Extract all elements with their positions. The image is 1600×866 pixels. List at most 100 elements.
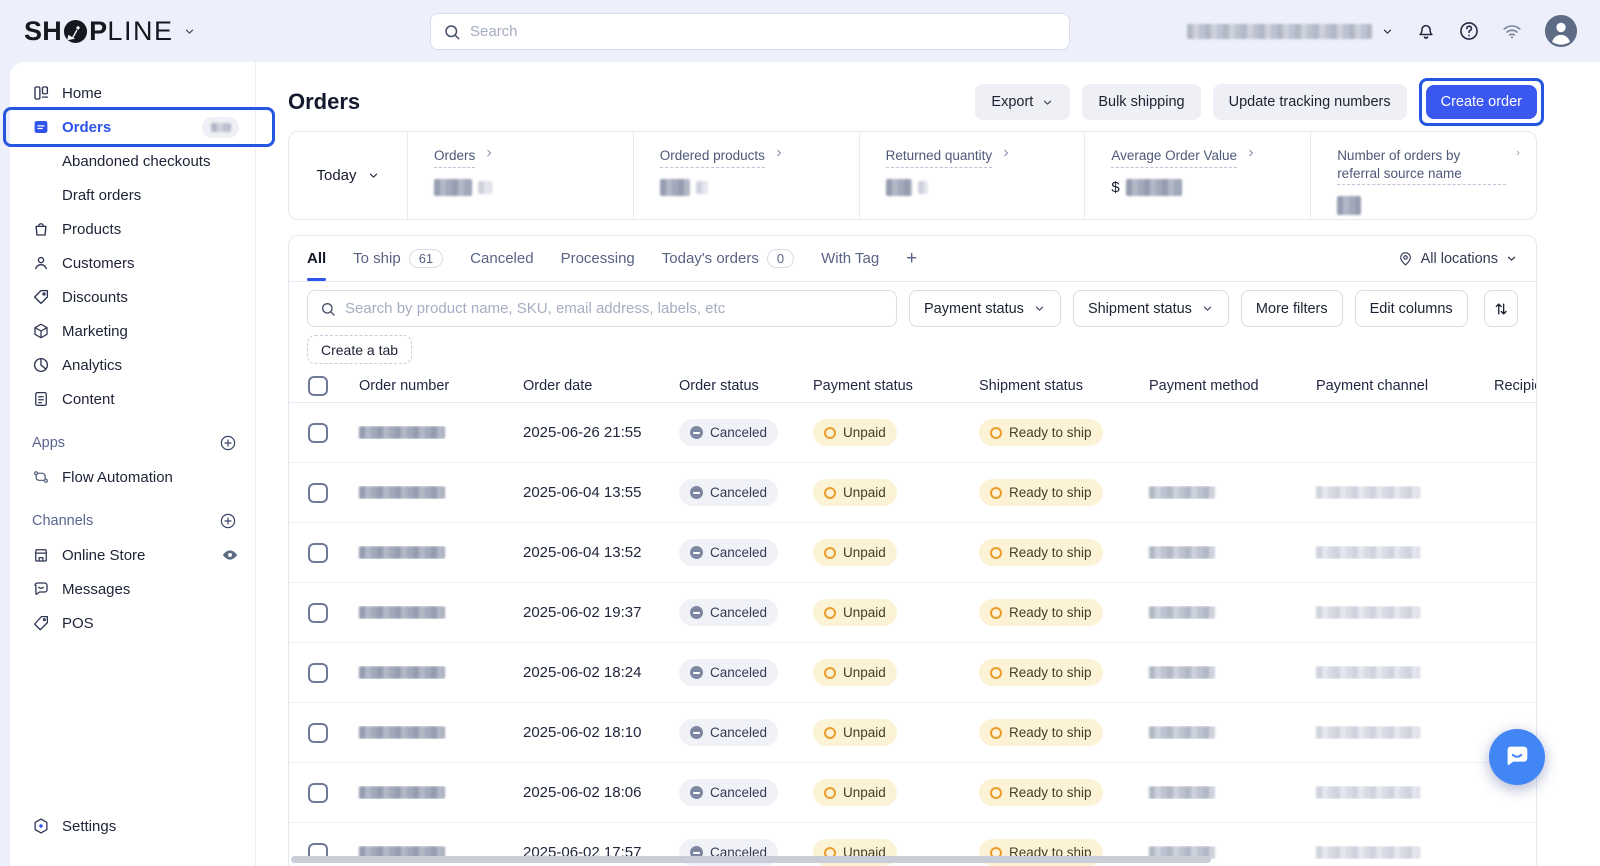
chevron-right-icon — [483, 147, 495, 159]
shopline-logo[interactable]: SH P LINE — [24, 16, 196, 47]
tab-with-tag[interactable]: With Tag — [821, 236, 879, 281]
tab-all[interactable]: All — [307, 236, 326, 281]
horizontal-scrollbar[interactable] — [291, 856, 1211, 863]
sidebar-item-analytics[interactable]: Analytics — [10, 348, 255, 382]
column-header-label: Order date — [523, 378, 592, 394]
tab-to-ship[interactable]: To ship61 — [353, 236, 443, 281]
shipment-status-filter[interactable]: Shipment status — [1073, 290, 1229, 327]
chevron-down-icon — [367, 169, 380, 182]
export-button[interactable]: Export — [975, 84, 1070, 120]
chevron-down-icon — [1041, 96, 1054, 109]
minus-circle-icon — [690, 666, 703, 679]
create-a-tab-button[interactable]: Create a tab — [307, 335, 412, 364]
stat-card-link[interactable]: Returned quantity — [886, 147, 1071, 168]
table-cell: Ready to ship — [966, 659, 1136, 686]
orders-search-input[interactable] — [345, 300, 884, 317]
sidebar-item-pos[interactable]: POS — [10, 606, 255, 640]
tag-icon — [32, 288, 50, 306]
tabs-bar: All To ship61 Canceled Processing Today's or… — [289, 236, 1536, 282]
status-ring-icon — [990, 427, 1002, 439]
column-header-label: Shipment status — [979, 378, 1083, 394]
support-chat-button[interactable] — [1489, 729, 1545, 785]
table-cell: Ready to ship — [966, 719, 1136, 746]
stat-card-link[interactable]: Average Order Value — [1111, 147, 1296, 168]
order-number-masked — [359, 426, 445, 439]
plus-circle-icon[interactable] — [219, 512, 237, 530]
more-filters-button[interactable]: More filters — [1241, 290, 1343, 327]
create-order-button[interactable]: Create order — [1426, 85, 1537, 119]
row-checkbox[interactable] — [308, 663, 328, 683]
table-cell: Canceled — [666, 539, 800, 566]
network-wifi-icon[interactable] — [1501, 20, 1523, 42]
tab-add[interactable]: + — [906, 236, 917, 281]
sidebar-item-flow-automation[interactable]: Flow Automation — [10, 460, 255, 494]
stat-card-value — [434, 179, 619, 196]
pos-icon — [32, 614, 50, 632]
table-cell: Canceled — [666, 419, 800, 446]
sidebar-item-messages[interactable]: Messages — [10, 572, 255, 606]
account-name-masked — [1187, 24, 1372, 39]
table-row: 2025-06-02 18:24CanceledUnpaidReady to s… — [289, 643, 1537, 703]
sidebar-item-abandoned-checkouts[interactable]: Abandoned checkouts — [10, 144, 255, 178]
table-row: 2025-06-04 13:52CanceledUnpaidReady to s… — [289, 523, 1537, 583]
sort-button[interactable] — [1484, 290, 1518, 327]
table-cell — [306, 723, 346, 743]
global-search-input[interactable] — [470, 23, 1057, 40]
bulk-shipping-button[interactable]: Bulk shipping — [1082, 84, 1200, 120]
help-icon[interactable] — [1458, 20, 1480, 42]
select-all-checkbox[interactable] — [308, 376, 328, 396]
row-checkbox[interactable] — [308, 603, 328, 623]
tab-canceled[interactable]: Canceled — [470, 236, 533, 281]
sidebar-item-orders[interactable]: Orders — [10, 110, 255, 144]
sidebar-item-products[interactable]: Products — [10, 212, 255, 246]
row-checkbox[interactable] — [308, 723, 328, 743]
row-checkbox[interactable] — [308, 543, 328, 563]
sidebar-item-home[interactable]: Home — [10, 76, 255, 110]
sidebar-item-label: Online Store — [62, 547, 209, 564]
edit-columns-button[interactable]: Edit columns — [1355, 290, 1468, 327]
chevron-down-icon[interactable] — [183, 25, 196, 38]
orders-table-card: All To ship61 Canceled Processing Today's or… — [288, 235, 1537, 866]
payment-method-masked — [1149, 486, 1215, 499]
table-cell: Canceled — [666, 599, 800, 626]
sidebar-item-draft-orders[interactable]: Draft orders — [10, 178, 255, 212]
stat-card-link[interactable]: Number of orders by referral source name — [1337, 147, 1522, 185]
plus-circle-icon[interactable] — [219, 434, 237, 452]
stat-value-masked — [886, 179, 912, 196]
row-checkbox[interactable] — [308, 423, 328, 443]
update-tracking-numbers-button[interactable]: Update tracking numbers — [1213, 84, 1407, 120]
badge-label: Canceled — [710, 425, 767, 440]
status-ring-icon — [824, 607, 836, 619]
table-cell — [346, 486, 510, 499]
create-order-highlight-annotation: Create order — [1419, 78, 1544, 126]
account-switcher[interactable] — [1187, 24, 1394, 39]
row-checkbox[interactable] — [308, 483, 328, 503]
stat-card-link[interactable]: Orders — [434, 147, 619, 168]
location-filter[interactable]: All locations — [1397, 250, 1518, 267]
tab-processing[interactable]: Processing — [561, 236, 635, 281]
status-ring-icon — [824, 667, 836, 679]
sidebar-item-customers[interactable]: Customers — [10, 246, 255, 280]
sidebar-item-settings[interactable]: Settings — [10, 809, 255, 843]
sidebar-item-discounts[interactable]: Discounts — [10, 280, 255, 314]
row-checkbox[interactable] — [308, 783, 328, 803]
order-date: 2025-06-02 18:24 — [523, 664, 641, 681]
sidebar-item-content[interactable]: Content — [10, 382, 255, 416]
notifications-bell-icon[interactable] — [1415, 20, 1437, 42]
stat-card-link[interactable]: Ordered products — [660, 147, 845, 168]
column-header-order-status: Order status — [666, 378, 800, 394]
stats-cards: Orders Ordered products Returned quantity A… — [408, 132, 1536, 219]
period-selector[interactable]: Today — [289, 132, 408, 219]
payment-status-filter[interactable]: Payment status — [909, 290, 1061, 327]
user-avatar[interactable] — [1544, 14, 1578, 48]
orders-icon — [32, 118, 50, 136]
stat-card-value — [886, 179, 1071, 196]
tab-today-s-orders[interactable]: Today's orders0 — [662, 236, 794, 281]
masked-count — [211, 123, 231, 132]
sidebar-item-marketing[interactable]: Marketing — [10, 314, 255, 348]
sidebar-item-online-store[interactable]: Online Store — [10, 538, 255, 572]
cube-icon — [32, 322, 50, 340]
minus-circle-icon — [690, 606, 703, 619]
order-date: 2025-06-02 19:37 — [523, 604, 641, 621]
payment-channel-masked — [1316, 786, 1420, 799]
